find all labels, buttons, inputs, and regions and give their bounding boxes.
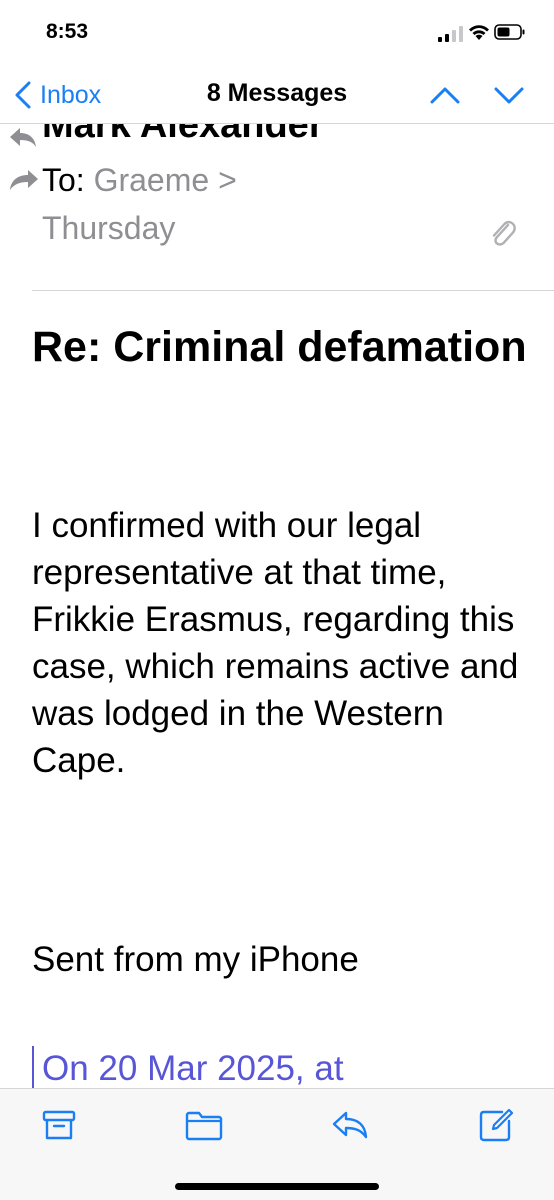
navigation-bar: Inbox 8 Messages [0,66,554,124]
replied-indicator-icon [10,128,36,147]
status-bar: 8:53 [0,0,554,66]
back-to-inbox-button[interactable]: Inbox [14,78,101,112]
home-indicator[interactable] [175,1183,379,1190]
wifi-icon [469,25,489,40]
sender-name[interactable]: Mark Alexander [42,124,324,147]
back-button-label: Inbox [40,80,102,109]
message-date: Thursday [42,210,176,246]
forwarded-indicator-icon [10,170,38,190]
header-divider [32,290,554,291]
message-view[interactable]: Mark Alexander To: Graeme > Thursday Re:… [0,124,554,1088]
recipient-line: To: Graeme > [42,162,237,199]
cellular-signal-icon [438,26,463,42]
message-subject: Re: Criminal defamation [32,323,527,371]
to-label: To: [42,162,85,198]
battery-icon [494,24,525,40]
compose-icon[interactable] [476,1107,516,1143]
paperclip-icon [492,220,516,246]
next-message-chevron-down-icon[interactable] [492,80,526,110]
message-body: I confirmed with our legal representativ… [32,506,519,780]
status-time: 8:53 [46,20,89,43]
quoted-message-header[interactable]: On 20 Mar 2025, at [32,1046,344,1088]
message-signature: Sent from my iPhone [32,940,359,979]
message-count-title: 8 Messages [206,79,348,107]
reply-icon[interactable] [330,1107,370,1143]
archive-icon[interactable] [39,1107,79,1143]
previous-message-chevron-up-icon[interactable] [428,80,462,110]
recipient-name[interactable]: Graeme > [94,162,237,198]
folder-icon[interactable] [184,1107,224,1143]
chevron-left-icon [15,81,31,109]
